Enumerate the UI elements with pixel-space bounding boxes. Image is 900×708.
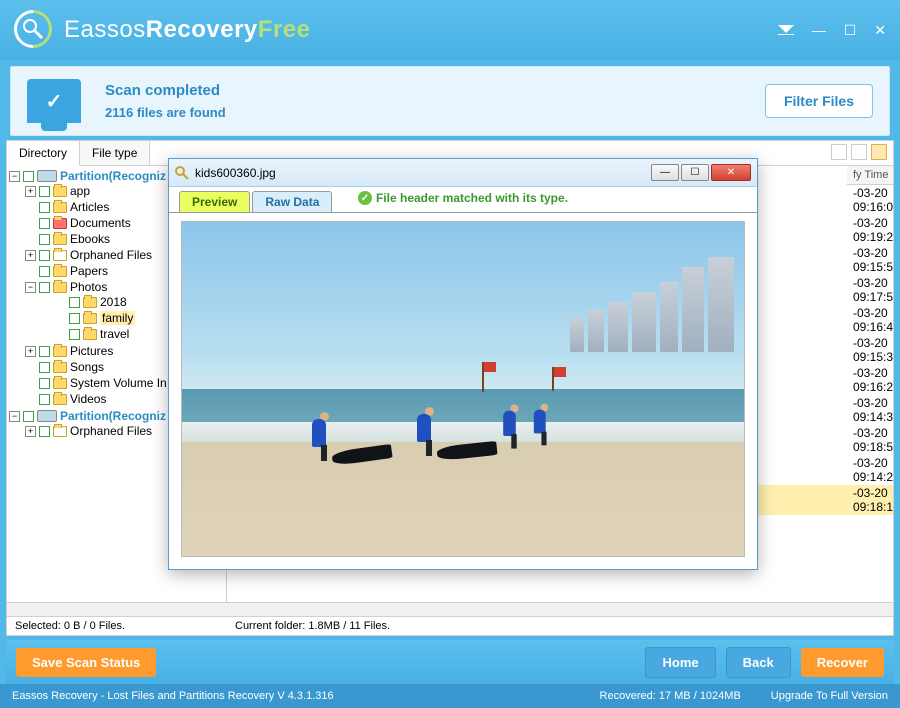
tree-item-2018[interactable]: 2018 bbox=[100, 295, 127, 309]
preview-tab-raw[interactable]: Raw Data bbox=[252, 191, 332, 212]
column-modify-time[interactable]: fy Time bbox=[847, 169, 893, 181]
tree-item-family[interactable]: family bbox=[100, 311, 135, 325]
status-current-folder: Current folder: 1.8MB / 11 Files. bbox=[235, 620, 390, 632]
list-row[interactable]: -03-20 09:16:46 bbox=[847, 306, 893, 334]
scan-title: Scan completed bbox=[105, 82, 226, 99]
view-large-icons[interactable] bbox=[831, 144, 847, 160]
list-row[interactable]: -03-20 09:18:52 bbox=[847, 426, 893, 454]
tree-item-sysvol[interactable]: System Volume In bbox=[70, 376, 167, 390]
footer-recovered: Recovered: 17 MB / 1024MB bbox=[600, 690, 741, 702]
list-row[interactable]: -03-20 09:14:26 bbox=[847, 456, 893, 484]
preview-filename: kids600360.jpg bbox=[195, 166, 276, 180]
app-logo bbox=[14, 10, 54, 50]
scan-count: 2116 files are found bbox=[105, 105, 226, 120]
back-button[interactable]: Back bbox=[726, 647, 791, 678]
tree-item-orphaned-2[interactable]: Orphaned Files bbox=[70, 424, 152, 438]
brand-text: EassosRecoveryFree bbox=[64, 16, 310, 44]
tree-item-app[interactable]: app bbox=[70, 184, 90, 198]
partition-node[interactable]: Partition(Recogniz bbox=[60, 169, 166, 183]
list-row[interactable]: -03-20 09:19:26 bbox=[847, 216, 893, 244]
magnifier-icon bbox=[22, 18, 44, 40]
partition-node-2[interactable]: Partition(Recogniz bbox=[60, 409, 166, 423]
tree-item-documents[interactable]: Documents bbox=[70, 216, 131, 230]
file-header-status: ✓ File header matched with its type. bbox=[358, 191, 568, 205]
close-button[interactable]: ✕ bbox=[874, 22, 886, 39]
list-row[interactable]: -03-20 09:18:12 bbox=[847, 486, 893, 514]
scan-banner: ✓ Scan completed 2116 files are found Fi… bbox=[10, 66, 890, 136]
footer-version: Eassos Recovery - Lost Files and Partiti… bbox=[12, 690, 334, 702]
monitor-check-icon: ✓ bbox=[27, 79, 81, 123]
tree-item-papers[interactable]: Papers bbox=[70, 264, 108, 278]
pin-icon[interactable] bbox=[778, 22, 794, 39]
list-row[interactable]: -03-20 09:15:50 bbox=[847, 246, 893, 274]
tree-item-videos[interactable]: Videos bbox=[70, 392, 106, 406]
unknown-folder-icon bbox=[53, 250, 67, 261]
home-button[interactable]: Home bbox=[645, 647, 715, 678]
list-row[interactable]: -03-20 09:17:54 bbox=[847, 276, 893, 304]
preview-minimize-button[interactable]: — bbox=[651, 164, 679, 181]
list-row[interactable]: -03-20 09:16:28 bbox=[847, 366, 893, 394]
list-row[interactable]: -03-20 09:16:06 bbox=[847, 186, 893, 214]
preview-window: kids600360.jpg — ☐ ✕ Preview Raw Data ✓ … bbox=[168, 158, 758, 570]
tab-file-type[interactable]: File type bbox=[80, 141, 150, 165]
preview-tab-preview[interactable]: Preview bbox=[179, 191, 250, 212]
maximize-button[interactable]: ☐ bbox=[844, 22, 857, 39]
titlebar: EassosRecoveryFree — ☐ ✕ bbox=[0, 0, 900, 60]
tree-item-songs[interactable]: Songs bbox=[70, 360, 104, 374]
preview-close-button[interactable]: ✕ bbox=[711, 164, 751, 181]
preview-image bbox=[181, 221, 745, 557]
image-file-icon bbox=[175, 166, 189, 180]
minimize-button[interactable]: — bbox=[812, 22, 826, 39]
preview-titlebar[interactable]: kids600360.jpg — ☐ ✕ bbox=[169, 159, 757, 187]
drive-icon bbox=[37, 170, 57, 182]
upgrade-link[interactable]: Upgrade To Full Version bbox=[771, 690, 888, 702]
tree-item-orphaned[interactable]: Orphaned Files bbox=[70, 248, 152, 262]
horizontal-scrollbar[interactable] bbox=[7, 602, 893, 616]
view-details[interactable] bbox=[871, 144, 887, 160]
tree-item-pictures[interactable]: Pictures bbox=[70, 344, 113, 358]
list-row[interactable]: -03-20 09:15:32 bbox=[847, 336, 893, 364]
filter-files-button[interactable]: Filter Files bbox=[765, 84, 873, 118]
trash-icon bbox=[53, 218, 67, 229]
bottom-toolbar: Save Scan Status Home Back Recover bbox=[6, 640, 894, 684]
tab-directory[interactable]: Directory bbox=[7, 141, 80, 166]
tree-item-ebooks[interactable]: Ebooks bbox=[70, 232, 110, 246]
status-selected: Selected: 0 B / 0 Files. bbox=[15, 620, 235, 632]
check-circle-icon: ✓ bbox=[358, 191, 372, 205]
preview-maximize-button[interactable]: ☐ bbox=[681, 164, 709, 181]
tree-item-articles[interactable]: Articles bbox=[70, 200, 109, 214]
tree-item-photos[interactable]: Photos bbox=[70, 280, 107, 294]
list-row[interactable]: -03-20 09:14:38 bbox=[847, 396, 893, 424]
tree-item-travel[interactable]: travel bbox=[100, 327, 129, 341]
save-scan-status-button[interactable]: Save Scan Status bbox=[16, 648, 156, 677]
view-small-icons[interactable] bbox=[851, 144, 867, 160]
folder-icon bbox=[53, 186, 67, 197]
recover-button[interactable]: Recover bbox=[801, 648, 884, 677]
footer-bar: Eassos Recovery - Lost Files and Partiti… bbox=[0, 684, 900, 708]
